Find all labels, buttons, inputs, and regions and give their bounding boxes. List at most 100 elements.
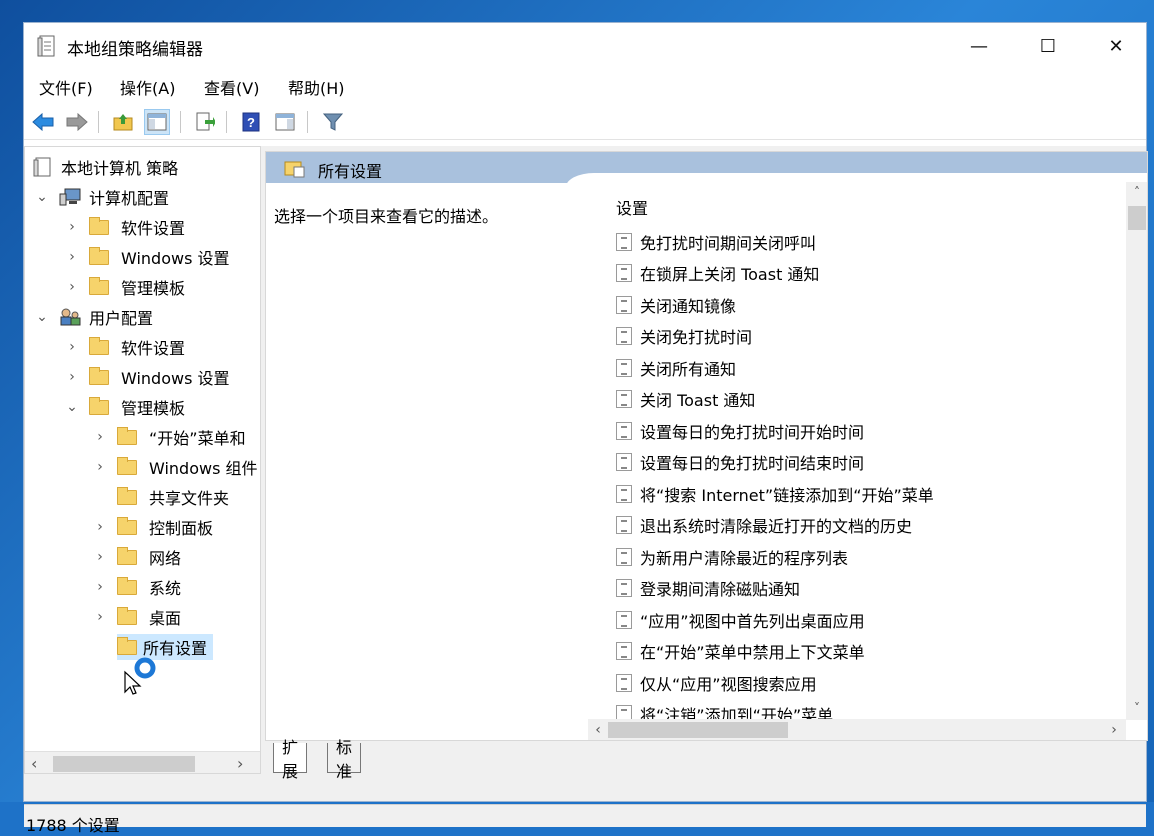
scrollbar-thumb[interactable] <box>1128 206 1146 230</box>
expand-chevron-right-icon[interactable]: › <box>93 429 107 445</box>
tree-item-label: 管理模板 <box>121 399 186 418</box>
expand-chevron-right-icon[interactable]: › <box>65 339 79 355</box>
menu-action[interactable]: 操作(A) <box>120 75 175 99</box>
help-icon[interactable]: ? <box>238 109 264 135</box>
expand-chevron-right-icon[interactable]: › <box>93 579 107 595</box>
setting-row[interactable]: 设置每日的免打扰时间开始时间 <box>616 415 864 446</box>
tree-item-user-config[interactable]: ⌄ 用户配置 <box>35 304 153 330</box>
setting-row[interactable]: 关闭所有通知 <box>616 352 736 383</box>
show-hide-tree-icon[interactable] <box>144 109 170 135</box>
setting-item-icon <box>616 358 632 377</box>
tree-item-desktop[interactable]: › 桌面 <box>93 604 181 630</box>
tree-item-computer-windows-settings[interactable]: › Windows 设置 <box>65 244 230 270</box>
expand-chevron-right-icon[interactable]: › <box>65 219 79 235</box>
policy-document-icon <box>33 157 51 177</box>
folder-icon <box>117 456 137 475</box>
tree-item-user-windows-settings[interactable]: › Windows 设置 <box>65 364 230 390</box>
policy-document-icon <box>37 35 55 57</box>
scroll-left-icon[interactable]: ‹ <box>31 754 37 773</box>
folder-icon <box>89 216 109 235</box>
setting-label: 登录期间清除磁贴通知 <box>640 579 801 599</box>
back-arrow-icon[interactable] <box>30 109 56 135</box>
setting-row[interactable]: 免打扰时间期间关闭呼叫 <box>616 226 816 257</box>
tree-item-windows-components[interactable]: › Windows 组件 <box>93 454 258 480</box>
expand-chevron-right-icon[interactable]: › <box>93 549 107 565</box>
expand-chevron-right-icon[interactable]: › <box>93 609 107 625</box>
forward-arrow-icon[interactable] <box>64 109 90 135</box>
scroll-up-icon[interactable]: ˄ <box>1126 182 1147 202</box>
folder-icon <box>89 246 109 265</box>
tree-item-local-computer-policy[interactable]: 本地计算机 策略 <box>33 154 178 180</box>
setting-row[interactable]: 关闭通知镜像 <box>616 289 736 320</box>
tree-item-network[interactable]: › 网络 <box>93 544 181 570</box>
filter-icon[interactable] <box>320 109 346 135</box>
close-button[interactable]: ✕ <box>1082 23 1150 69</box>
tab-standard[interactable]: 标准 <box>327 738 362 781</box>
setting-item-icon <box>616 610 632 629</box>
folder-icon <box>89 276 109 295</box>
tree-item-label: 本地计算机 策略 <box>61 159 179 178</box>
expand-chevron-right-icon[interactable]: › <box>65 369 79 385</box>
minimize-button[interactable]: — <box>945 23 1013 69</box>
setting-row[interactable]: 仅从“应用”视图搜索应用 <box>616 667 817 698</box>
setting-label: 关闭通知镜像 <box>640 296 737 316</box>
setting-row[interactable]: 关闭免打扰时间 <box>616 320 752 351</box>
expand-chevron-right-icon[interactable]: › <box>65 249 79 265</box>
maximize-button[interactable]: ☐ <box>1014 23 1082 69</box>
expand-chevron-right-icon[interactable]: › <box>93 519 107 535</box>
setting-label: “应用”视图中首先列出桌面应用 <box>640 611 865 631</box>
setting-row[interactable]: 设置每日的免打扰时间结束时间 <box>616 446 864 477</box>
setting-row[interactable]: 为新用户清除最近的程序列表 <box>616 541 848 572</box>
setting-row[interactable]: 登录期间清除磁贴通知 <box>616 572 800 603</box>
setting-row[interactable]: 关闭 Toast 通知 <box>616 383 755 414</box>
mouse-cursor-icon <box>121 646 171 700</box>
scroll-left-icon[interactable]: ‹ <box>588 719 608 740</box>
computer-icon <box>59 188 81 206</box>
setting-item-icon <box>616 578 632 597</box>
expand-chevron-right-icon[interactable]: › <box>65 279 79 295</box>
toolbar: ? <box>24 105 1146 140</box>
setting-item-icon <box>616 452 632 471</box>
tree-item-control-panel[interactable]: › 控制面板 <box>93 514 213 540</box>
expand-chevron-down-icon[interactable]: ⌄ <box>65 399 79 415</box>
setting-label: 设置每日的免打扰时间结束时间 <box>640 453 865 473</box>
export-list-icon[interactable] <box>192 109 218 135</box>
setting-item-icon <box>616 295 632 314</box>
setting-row[interactable]: 退出系统时清除最近打开的文档的历史 <box>616 509 912 540</box>
setting-row[interactable]: “应用”视图中首先列出桌面应用 <box>616 604 865 635</box>
tree-item-user-software-settings[interactable]: › 软件设置 <box>65 334 185 360</box>
setting-row[interactable]: 将“搜索 Internet”链接添加到“开始”菜单 <box>616 478 934 509</box>
scrollbar-thumb[interactable] <box>608 722 788 738</box>
scrollbar-thumb[interactable] <box>53 756 195 772</box>
setting-label: 关闭所有通知 <box>640 359 737 379</box>
up-folder-icon[interactable] <box>110 109 136 135</box>
setting-row[interactable]: 在锁屏上关闭 Toast 通知 <box>616 257 819 288</box>
settings-vertical-scrollbar[interactable]: ˄ ˅ <box>1126 182 1147 720</box>
tree-item-computer-config[interactable]: ⌄ 计算机配置 <box>35 184 169 210</box>
expand-chevron-down-icon[interactable]: ⌄ <box>35 309 49 325</box>
tree-horizontal-scrollbar[interactable]: ‹ › <box>25 751 260 773</box>
scroll-right-icon[interactable]: › <box>237 754 243 773</box>
tree-item-computer-software-settings[interactable]: › 软件设置 <box>65 214 185 240</box>
menu-file[interactable]: 文件(F) <box>39 75 93 99</box>
expand-chevron-right-icon[interactable]: › <box>93 459 107 475</box>
tree-item-computer-admin-templates[interactable]: › 管理模板 <box>65 274 185 300</box>
setting-item-icon <box>616 232 632 251</box>
tree-item-user-admin-templates[interactable]: ⌄ 管理模板 <box>65 394 185 420</box>
settings-horizontal-scrollbar[interactable]: ‹ › <box>588 719 1126 740</box>
scroll-down-icon[interactable]: ˅ <box>1126 698 1147 718</box>
tree-item-label: 软件设置 <box>121 339 186 358</box>
menu-help[interactable]: 帮助(H) <box>288 75 345 99</box>
tree-item-system[interactable]: › 系统 <box>93 574 181 600</box>
tree-item-shared-folders[interactable]: 共享文件夹 <box>93 484 229 510</box>
scroll-right-icon[interactable]: › <box>1104 719 1124 740</box>
properties-pane-icon[interactable] <box>272 109 298 135</box>
folder-icon <box>117 606 137 625</box>
tree-item-start-menu[interactable]: › “开始”菜单和 <box>93 424 246 450</box>
setting-row[interactable]: 在“开始”菜单中禁用上下文菜单 <box>616 635 865 666</box>
expand-chevron-down-icon[interactable]: ⌄ <box>35 189 49 205</box>
menu-view[interactable]: 查看(V) <box>204 75 259 99</box>
status-bar: 1788 个设置 <box>24 804 1146 835</box>
column-header-setting[interactable]: 设置 <box>616 195 648 219</box>
tab-extended[interactable]: 扩展 <box>273 738 308 781</box>
